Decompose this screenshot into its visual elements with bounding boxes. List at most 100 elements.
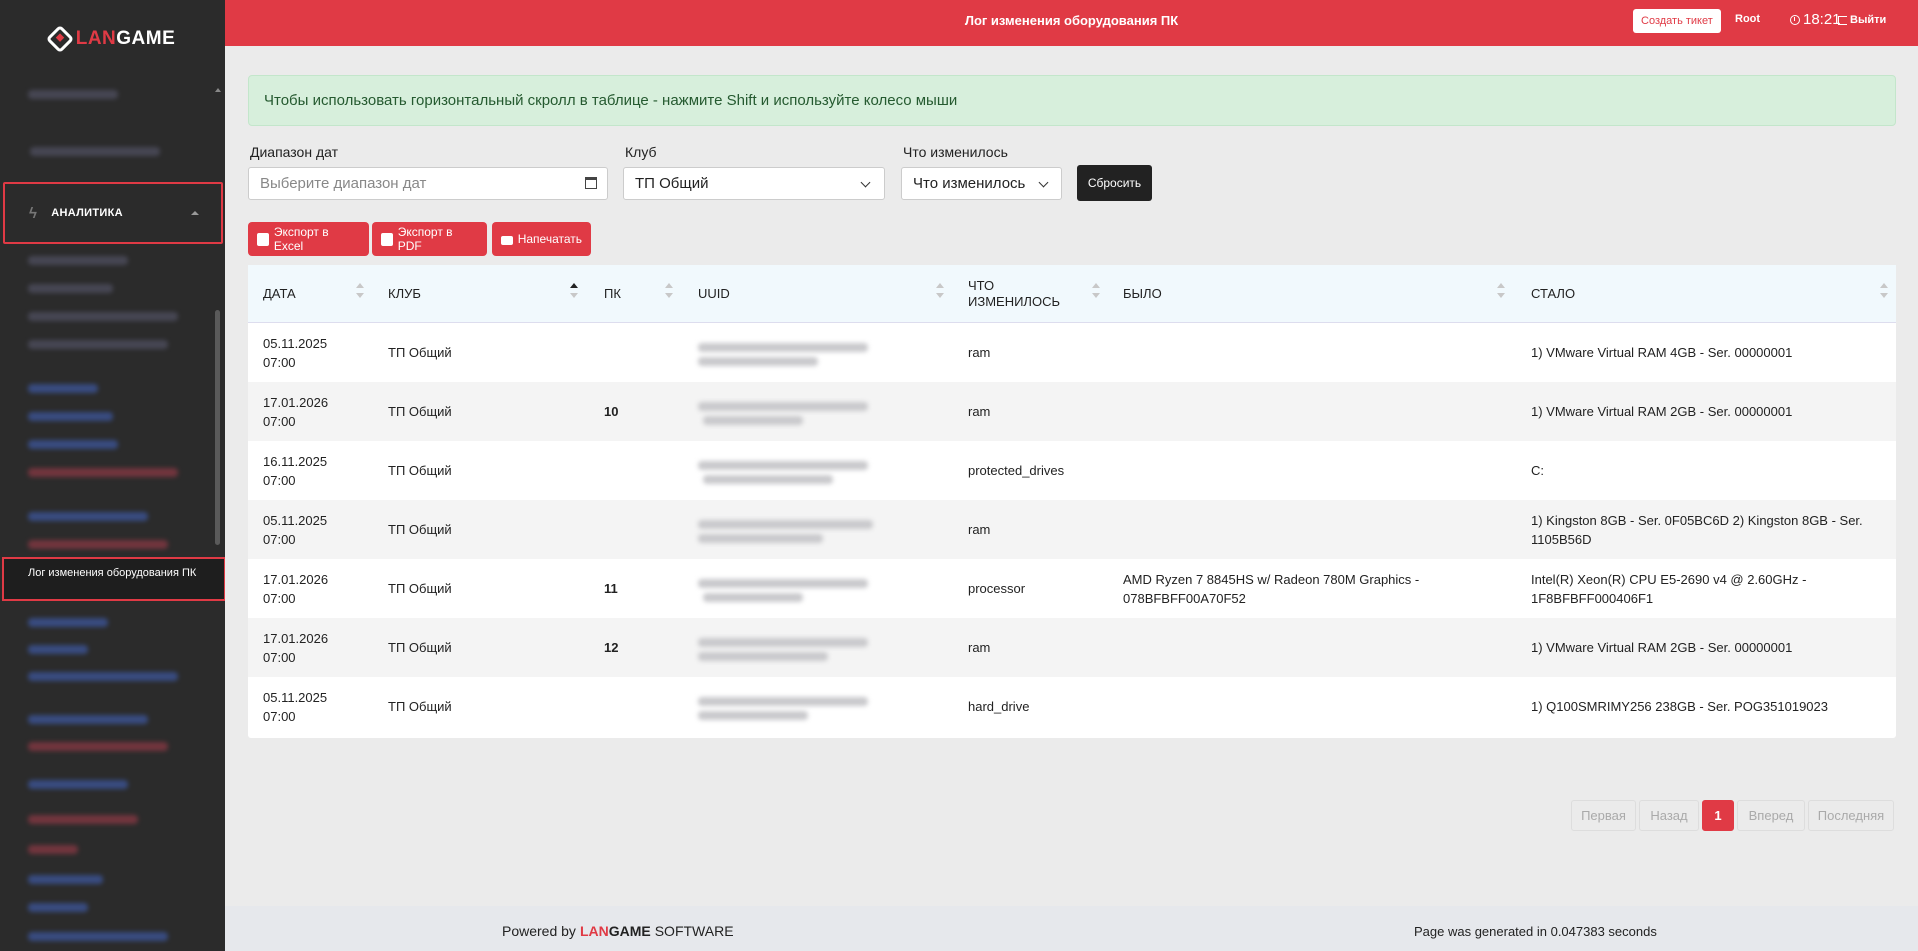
table-row[interactable]: 05.11.2025 07:00 ТП Общий ram 1) Kingsto… [248, 500, 1896, 559]
cell-uuid-redacted [698, 357, 818, 366]
logo-icon [45, 24, 74, 54]
export-excel-label: Экспорт в Excel [273, 225, 329, 253]
excel-icon [257, 232, 269, 246]
column-pc[interactable]: ПК [604, 265, 621, 323]
cell-date-time: 07:00 [263, 708, 296, 724]
blurred-menu-item[interactable] [28, 815, 138, 824]
blurred-menu-item[interactable] [28, 384, 98, 393]
club-select-value: ТП Общий [635, 175, 709, 192]
sort-asc-icon[interactable] [570, 283, 578, 305]
logout-button[interactable]: Выйти [1838, 14, 1886, 26]
cell-date-day: 17.01.2026 [263, 571, 329, 587]
cell-was: AMD Ryzen 7 8845HS w/ Radeon 780M Graphi… [1123, 571, 1420, 606]
changed-label: Что изменилось [903, 144, 1008, 160]
column-club[interactable]: КЛУБ [388, 265, 421, 323]
column-became[interactable]: СТАЛО [1531, 265, 1575, 323]
date-range-input[interactable]: Выберите диапазон дат [248, 167, 608, 200]
blurred-menu-item[interactable] [28, 512, 148, 521]
changed-select[interactable]: Что изменилось [901, 167, 1062, 200]
table-row[interactable]: 17.01.2026 07:00 ТП Общий 12 ram 1) VMwa… [248, 618, 1896, 677]
blurred-menu-item[interactable] [28, 780, 128, 789]
table-row[interactable]: 05.11.2025 07:00 ТП Общий hard_drive 1) … [248, 677, 1896, 736]
sidebar: LANGAME ϟ АНАЛИТИКА Лог изменения оборуд… [0, 0, 225, 951]
blurred-menu-item[interactable] [28, 903, 88, 912]
cell-changed: protected_drives [968, 463, 1065, 478]
reset-button[interactable]: Сбросить [1077, 165, 1152, 201]
scroll-up-icon[interactable] [215, 88, 221, 92]
sort-icon[interactable] [356, 283, 364, 305]
cell-date: 16.11.2025 07:00 [263, 441, 327, 500]
export-excel-button[interactable]: Экспорт в Excel [248, 222, 369, 256]
pagination-page-1[interactable]: 1 [1702, 800, 1734, 831]
cell-uuid-redacted [698, 638, 868, 647]
sidebar-scrollbar[interactable] [215, 310, 220, 545]
blurred-menu-item[interactable] [28, 256, 128, 265]
blurred-menu-item[interactable] [28, 340, 168, 349]
table-row[interactable]: 05.11.2025 07:00 ТП Общий ram 1) VMware … [248, 323, 1896, 382]
cell-date-time: 07:00 [263, 413, 296, 429]
table-row[interactable]: 17.01.2026 07:00 ТП Общий 11 processor A… [248, 559, 1896, 618]
table-row[interactable]: 16.11.2025 07:00 ТП Общий protected_driv… [248, 441, 1896, 500]
chevron-down-icon [1038, 177, 1049, 188]
cell-uuid-redacted [698, 579, 868, 588]
calendar-icon[interactable] [585, 177, 597, 189]
printer-icon [501, 236, 513, 245]
blurred-menu-item[interactable] [28, 312, 178, 321]
blurred-menu-item[interactable] [28, 715, 148, 724]
clock: 18:21 [1790, 11, 1841, 28]
cell-became: Intel(R) Xeon(R) CPU E5-2690 v4 @ 2.60GH… [1531, 571, 1807, 606]
chevron-up-icon [191, 211, 199, 215]
sidebar-item-analytics[interactable]: ϟ АНАЛИТИКА [3, 182, 223, 244]
cell-club: ТП Общий [388, 640, 452, 655]
column-uuid[interactable]: UUID [698, 265, 730, 323]
sidebar-item-hardware-log[interactable]: Лог изменения оборудования ПК [2, 557, 225, 601]
table-row[interactable]: 17.01.2026 07:00 ТП Общий 10 ram 1) VMwa… [248, 382, 1896, 441]
blurred-menu-item[interactable] [28, 618, 108, 627]
export-pdf-label: Экспорт в PDF [397, 225, 453, 253]
column-changed-label-1: ЧТО [968, 278, 995, 293]
blurred-menu-item[interactable] [28, 672, 178, 681]
blurred-menu-item[interactable] [28, 540, 168, 549]
blurred-menu-item[interactable] [28, 742, 168, 751]
logout-label: Выйти [1850, 14, 1887, 26]
column-date[interactable]: ДАТА [263, 265, 296, 323]
club-select[interactable]: ТП Общий [623, 167, 885, 200]
pagination-first[interactable]: Первая [1571, 800, 1636, 831]
user-name[interactable]: Root [1735, 13, 1760, 25]
cell-changed: processor [968, 581, 1026, 596]
sort-icon[interactable] [1497, 283, 1505, 305]
cell-became: 1) VMware Virtual RAM 2GB - Ser. 0000000… [1531, 404, 1793, 419]
cell-date-day: 05.11.2025 [263, 512, 328, 528]
create-ticket-button[interactable]: Создать тикет [1633, 9, 1721, 33]
column-changed[interactable]: ЧТО ИЗМЕНИЛОСЬ [968, 265, 1060, 323]
footer-generated: Page was generated in 0.047383 seconds [1414, 924, 1657, 939]
pagination-last[interactable]: Последняя [1808, 800, 1894, 831]
blurred-menu-item[interactable] [28, 645, 88, 654]
blurred-menu-item[interactable] [28, 932, 168, 941]
cell-date-time: 07:00 [263, 354, 296, 370]
blurred-menu-item[interactable] [28, 845, 78, 854]
export-pdf-button[interactable]: Экспорт в PDF [372, 222, 487, 256]
blurred-menu-item[interactable] [28, 440, 118, 449]
sort-icon[interactable] [665, 283, 673, 305]
logo[interactable]: LANGAME [0, 0, 225, 78]
cell-date-day: 17.01.2026 [263, 394, 329, 410]
sort-icon[interactable] [1092, 283, 1100, 305]
blurred-menu-item[interactable] [28, 284, 113, 293]
cell-uuid-redacted [698, 652, 828, 661]
pagination-prev[interactable]: Назад [1639, 800, 1699, 831]
blurred-menu-item[interactable] [28, 468, 178, 477]
cell-club: ТП Общий [388, 345, 452, 360]
pagination-next[interactable]: Вперед [1737, 800, 1805, 831]
column-was[interactable]: БЫЛО [1123, 265, 1162, 323]
blurred-menu-item[interactable] [28, 875, 103, 884]
cell-uuid-redacted [703, 593, 803, 602]
blurred-menu-item[interactable] [30, 147, 160, 156]
cell-pc: 12 [604, 640, 619, 655]
print-button[interactable]: Напечатать [492, 222, 591, 256]
blurred-menu-item[interactable] [28, 90, 118, 99]
blurred-menu-item[interactable] [28, 412, 113, 421]
cell-became: 1) Q100SMRIMY256 238GB - Ser. POG3510190… [1531, 699, 1829, 714]
sort-icon[interactable] [936, 283, 944, 305]
sort-icon[interactable] [1880, 283, 1888, 305]
